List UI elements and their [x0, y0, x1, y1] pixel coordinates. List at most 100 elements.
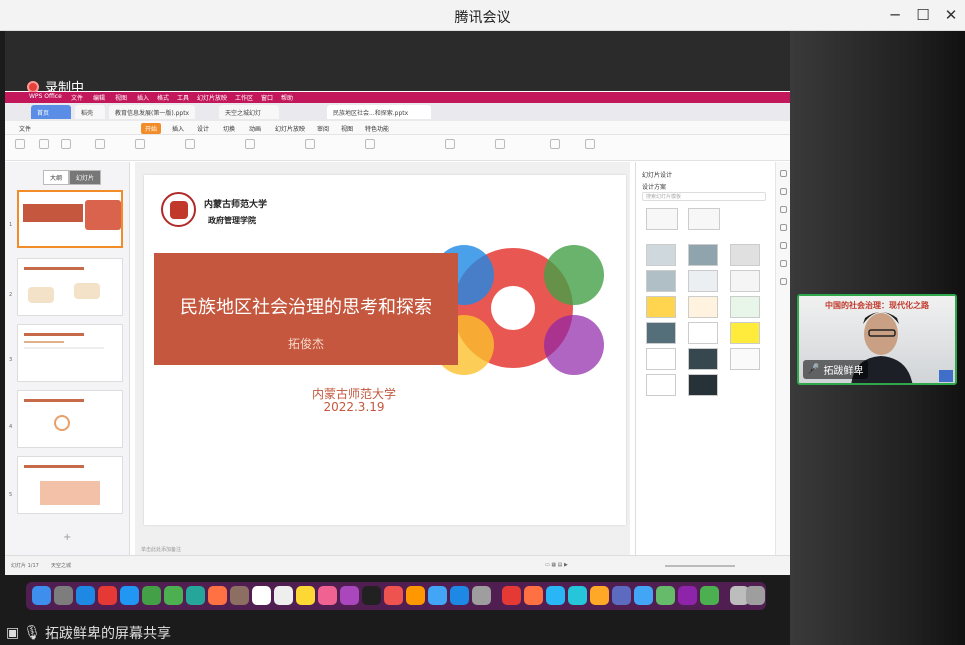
design-icon[interactable]: [780, 170, 787, 177]
finder-icon[interactable]: [32, 586, 51, 605]
cut-icon[interactable]: [39, 139, 49, 149]
slide-thumbnail[interactable]: [17, 390, 123, 448]
list-icon[interactable]: [365, 139, 375, 149]
news-icon[interactable]: [384, 586, 403, 605]
app-icon[interactable]: [700, 586, 719, 605]
paste-icon[interactable]: [15, 139, 25, 149]
mac-menu-item[interactable]: 格式: [157, 93, 169, 102]
template-thumb[interactable]: [730, 270, 760, 292]
mac-app-name[interactable]: WPS Office: [29, 93, 62, 100]
align-icon[interactable]: [305, 139, 315, 149]
app-icon[interactable]: [568, 586, 587, 605]
animation-icon[interactable]: [780, 188, 787, 195]
mac-menu-item[interactable]: 窗口: [261, 93, 273, 102]
tab-active-document[interactable]: 民族地区社会...和探索.pptx: [327, 105, 431, 119]
wps-icon[interactable]: [502, 586, 521, 605]
mac-menu-item[interactable]: 工具: [177, 93, 189, 102]
mac-menu-item[interactable]: 插入: [137, 93, 149, 102]
slide[interactable]: 内蒙古师范大学 政府管理学院 民族地区社会治理的思考和探索 拓俊杰 内蒙古师范大…: [144, 175, 626, 525]
menu-item[interactable]: 动画: [249, 124, 261, 133]
template-thumb[interactable]: [730, 322, 760, 344]
wechat-icon[interactable]: [656, 586, 675, 605]
appstore-icon[interactable]: [450, 586, 469, 605]
menu-item[interactable]: 视图: [341, 124, 353, 133]
template-thumb[interactable]: [688, 296, 718, 318]
template-thumb[interactable]: [688, 208, 720, 230]
slide-thumbnail[interactable]: [17, 190, 123, 248]
template-thumb[interactable]: [688, 244, 718, 266]
reminders-icon[interactable]: [274, 586, 293, 605]
select-icon[interactable]: [780, 260, 787, 267]
tab-docer[interactable]: 稻壳: [75, 105, 105, 119]
mac-menu-item[interactable]: 幻灯片放映: [197, 93, 227, 102]
menu-item[interactable]: 幻灯片放映: [275, 124, 305, 133]
format-painter-icon[interactable]: [61, 139, 71, 149]
notes-icon[interactable]: [296, 586, 315, 605]
template-thumb[interactable]: [646, 296, 676, 318]
maximize-icon[interactable]: ☐: [912, 5, 934, 25]
menu-item[interactable]: 特色功能: [365, 124, 389, 133]
menu-item[interactable]: 切换: [223, 124, 235, 133]
shape-icon[interactable]: [495, 139, 505, 149]
facetime-icon[interactable]: [142, 586, 161, 605]
template-thumb[interactable]: [646, 208, 678, 230]
contacts-icon[interactable]: [230, 586, 249, 605]
maps-icon[interactable]: [186, 586, 205, 605]
zoom-slider[interactable]: [665, 565, 735, 567]
mail-icon[interactable]: [120, 586, 139, 605]
photos-icon[interactable]: [208, 586, 227, 605]
keynote-icon[interactable]: [428, 586, 447, 605]
new-slide-icon[interactable]: [95, 139, 105, 149]
slide-thumbnail[interactable]: [17, 258, 123, 316]
tab-slides[interactable]: 幻灯片: [69, 170, 102, 185]
mac-menu-item[interactable]: 文件: [71, 93, 83, 102]
menu-item[interactable]: 审阅: [317, 124, 329, 133]
layout-icon[interactable]: [135, 139, 145, 149]
mac-menu-item[interactable]: 编辑: [93, 93, 105, 102]
app-icon[interactable]: [590, 586, 609, 605]
template-thumb[interactable]: [688, 348, 718, 370]
tab-home[interactable]: 首页: [31, 105, 71, 119]
tab-outline[interactable]: 大纲: [43, 170, 70, 185]
add-slide-icon[interactable]: +: [63, 532, 71, 543]
template-thumb[interactable]: [646, 374, 676, 396]
textbox-icon[interactable]: [445, 139, 455, 149]
notes-placeholder[interactable]: 单击此处添加备注: [141, 546, 181, 553]
tencent-meeting-icon[interactable]: [612, 586, 631, 605]
slide-thumbnail[interactable]: [17, 324, 123, 382]
calendar-icon[interactable]: [252, 586, 271, 605]
app-icon[interactable]: [546, 586, 565, 605]
find-icon[interactable]: [550, 139, 560, 149]
template-thumb[interactable]: [646, 244, 676, 266]
mac-menu-item[interactable]: 视图: [115, 93, 127, 102]
tab-document[interactable]: 教育信息发展(第一版).pptx: [109, 105, 195, 119]
menu-item[interactable]: 插入: [172, 124, 184, 133]
font-icon[interactable]: [185, 139, 195, 149]
app-icon[interactable]: [634, 586, 653, 605]
template-thumb[interactable]: [730, 244, 760, 266]
transition-icon[interactable]: [780, 206, 787, 213]
menu-item-active[interactable]: 开始: [141, 123, 162, 134]
close-icon[interactable]: ✕: [940, 5, 962, 25]
tv-icon[interactable]: [362, 586, 381, 605]
property-icon[interactable]: [780, 224, 787, 231]
trash-icon[interactable]: [746, 586, 765, 605]
template-search-input[interactable]: 搜索幻灯片模板: [642, 192, 766, 201]
launchpad-icon[interactable]: [54, 586, 73, 605]
template-thumb[interactable]: [646, 270, 676, 292]
shape-icon[interactable]: [780, 242, 787, 249]
messages-icon[interactable]: [164, 586, 183, 605]
template-thumb[interactable]: [688, 270, 718, 292]
template-thumb[interactable]: [688, 322, 718, 344]
present-icon[interactable]: [585, 139, 595, 149]
chrome-icon[interactable]: [98, 586, 117, 605]
template-thumb[interactable]: [730, 296, 760, 318]
menu-item[interactable]: 设计: [197, 124, 209, 133]
slide-thumbnail[interactable]: [17, 456, 123, 514]
backup-icon[interactable]: [780, 278, 787, 285]
music-icon[interactable]: [318, 586, 337, 605]
template-thumb[interactable]: [688, 374, 718, 396]
participant-video[interactable]: 中国的社会治理：现代化之路 🎤 拓跋鲜卑: [797, 294, 957, 385]
minimize-icon[interactable]: ─: [884, 5, 906, 25]
view-icons[interactable]: ▭ ▦ ▤ ▶: [545, 562, 568, 568]
